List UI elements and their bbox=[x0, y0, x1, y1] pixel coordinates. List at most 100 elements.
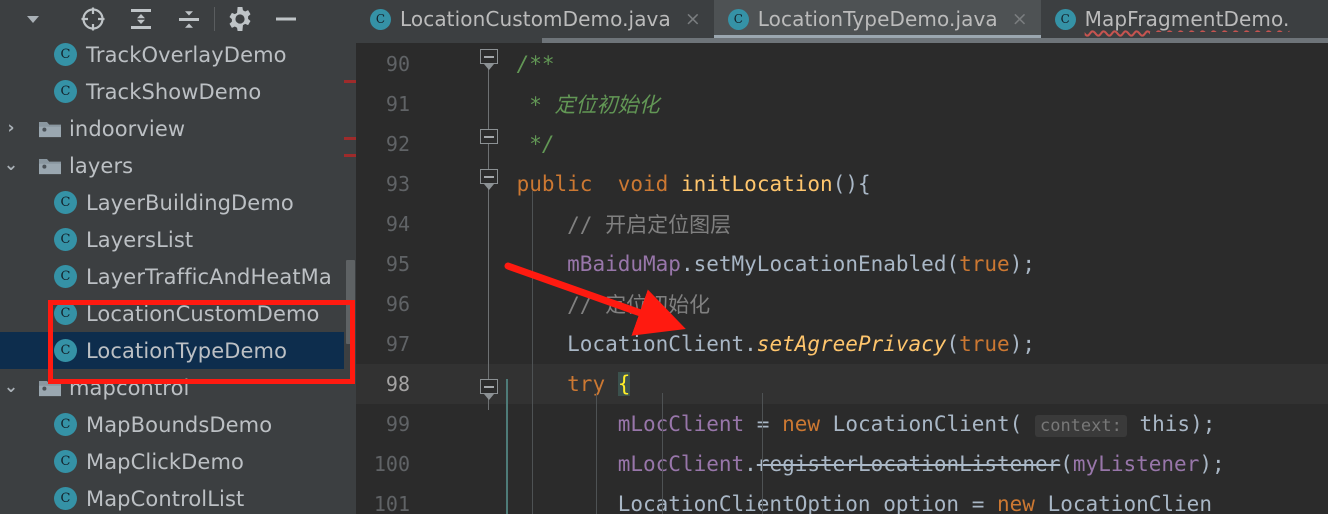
editor-tab-0[interactable]: C LocationCustomDemo.java × bbox=[356, 0, 714, 38]
tree-item-label: LocationCustomDemo bbox=[86, 301, 320, 326]
tree-item-folder[interactable]: › indoorview bbox=[0, 110, 356, 147]
code-text: // 定位初始化 bbox=[466, 293, 711, 317]
chevron-right-icon[interactable]: › bbox=[0, 120, 22, 137]
line-number: 94 bbox=[385, 212, 410, 236]
tree-item-class[interactable]: C LayersList bbox=[0, 221, 356, 258]
project-toolbar bbox=[0, 0, 356, 38]
folder-icon bbox=[38, 120, 62, 138]
tree-item-label: MapControlList bbox=[86, 486, 245, 511]
java-class-icon: C bbox=[727, 8, 749, 30]
tree-item-class[interactable]: C LayerTrafficAndHeatMa bbox=[0, 258, 356, 295]
tree-item-label: mapcontrol bbox=[69, 375, 190, 400]
error-stripe-mark[interactable] bbox=[344, 154, 356, 157]
editor-line[interactable]: 96 // 定位初始化 bbox=[356, 284, 1328, 324]
line-number: 98 bbox=[385, 372, 410, 396]
fold-gutter[interactable] bbox=[422, 84, 466, 124]
fold-gutter[interactable] bbox=[422, 204, 466, 244]
editor-line[interactable]: 91 * 定位初始化 bbox=[356, 84, 1328, 124]
editor-line[interactable]: 101 LocationClientOption option = new Lo… bbox=[356, 484, 1328, 514]
editor-line[interactable]: 93 public void initLocation(){ bbox=[356, 164, 1328, 204]
fold-gutter[interactable] bbox=[422, 284, 466, 324]
tree-item-label: LocationTypeDemo bbox=[86, 338, 288, 363]
fold-gutter[interactable] bbox=[422, 364, 466, 404]
java-class-icon: C bbox=[54, 43, 77, 66]
expand-all-icon[interactable] bbox=[122, 0, 160, 38]
editor-line[interactable]: 92 */ bbox=[356, 124, 1328, 164]
editor-line[interactable]: 98 try { bbox=[356, 364, 1328, 404]
line-number: 90 bbox=[385, 52, 410, 76]
fold-collapse-icon[interactable] bbox=[480, 379, 498, 394]
line-number: 92 bbox=[385, 132, 410, 156]
editor-line[interactable]: 90 /** bbox=[356, 44, 1328, 84]
code-text: LocationClient.setAgreePrivacy(true); bbox=[466, 332, 1035, 356]
tree-item-class[interactable]: C LocationCustomDemo bbox=[0, 295, 356, 332]
code-text: /** bbox=[466, 52, 555, 76]
line-number: 100 bbox=[373, 452, 410, 476]
code-editor[interactable]: 90 /** 91 * 定位初始化 92 */93 public void init… bbox=[356, 38, 1328, 514]
editor-line[interactable]: 95 mBaiduMap.setMyLocationEnabled(true); bbox=[356, 244, 1328, 284]
minimize-icon[interactable] bbox=[267, 0, 305, 38]
error-stripe-mark[interactable] bbox=[344, 137, 356, 140]
error-stripe-mark[interactable] bbox=[344, 80, 356, 83]
editor-horizontal-scrollbar[interactable] bbox=[542, 38, 1328, 43]
java-class-icon: C bbox=[54, 413, 77, 436]
editor-line[interactable]: 97 LocationClient.setAgreePrivacy(true); bbox=[356, 324, 1328, 364]
fold-gutter[interactable] bbox=[422, 164, 466, 204]
editor-tab-label: LocationCustomDemo.java bbox=[400, 7, 671, 31]
tree-item-class[interactable]: C TrackShowDemo bbox=[0, 73, 356, 110]
line-number: 97 bbox=[385, 332, 410, 356]
fold-gutter[interactable] bbox=[422, 404, 466, 444]
editor-line[interactable]: 100 mLocClient.registerLocationListener(… bbox=[356, 444, 1328, 484]
fold-gutter[interactable] bbox=[422, 484, 466, 514]
tree-item-label: LayerBuildingDemo bbox=[86, 190, 294, 215]
code-text: // 开启定位图层 bbox=[466, 213, 732, 237]
java-class-icon: C bbox=[1054, 8, 1076, 30]
tree-item-label: layers bbox=[69, 153, 134, 178]
chevron-down-icon[interactable]: ⌄ bbox=[0, 157, 22, 174]
line-number: 91 bbox=[385, 92, 410, 116]
fold-gutter[interactable] bbox=[422, 124, 466, 164]
fold-arrow-icon[interactable] bbox=[484, 64, 494, 70]
line-number: 96 bbox=[385, 292, 410, 316]
fold-arrow-icon[interactable] bbox=[484, 394, 494, 400]
close-icon[interactable]: × bbox=[685, 9, 701, 29]
locate-target-icon[interactable] bbox=[74, 0, 112, 38]
fold-gutter[interactable] bbox=[422, 44, 466, 84]
tree-item-class[interactable]: C LocationTypeDemo bbox=[0, 332, 356, 369]
fold-arrow-icon[interactable] bbox=[484, 184, 494, 190]
chevron-down-icon[interactable]: ⌄ bbox=[0, 379, 22, 396]
fold-gutter[interactable] bbox=[422, 324, 466, 364]
project-tree-panel[interactable]: C TrackOverlayDemo C TrackShowDemo › indoorvi… bbox=[0, 38, 356, 514]
chevron-down-icon[interactable] bbox=[14, 0, 52, 38]
tree-item-class[interactable]: C MapBoundsDemo bbox=[0, 406, 356, 443]
fold-collapse-icon[interactable] bbox=[480, 49, 498, 64]
tree-scrollbar-thumb[interactable] bbox=[346, 260, 355, 344]
fold-gutter[interactable] bbox=[422, 444, 466, 484]
editor-line[interactable]: 99 mLocClient = new LocationClient( cont… bbox=[356, 404, 1328, 444]
tree-item-label: TrackOverlayDemo bbox=[86, 42, 287, 67]
gear-icon[interactable] bbox=[221, 0, 259, 38]
tree-item-class[interactable]: C MapClickDemo bbox=[0, 443, 356, 480]
editor-tab-label: MapFragmentDemo. bbox=[1084, 7, 1290, 31]
collapse-all-icon[interactable] bbox=[170, 0, 208, 38]
fold-gutter[interactable] bbox=[422, 244, 466, 284]
toolbar-divider bbox=[214, 7, 215, 31]
tree-item-class[interactable]: C TrackOverlayDemo bbox=[0, 38, 356, 73]
tree-item-label: LayersList bbox=[86, 227, 194, 252]
editor-line[interactable]: 94 // 开启定位图层 bbox=[356, 204, 1328, 244]
fold-collapse-icon[interactable] bbox=[480, 129, 498, 144]
tree-item-class[interactable]: C MapControlList bbox=[0, 480, 356, 514]
tree-item-label: MapClickDemo bbox=[86, 449, 244, 474]
java-class-icon: C bbox=[54, 265, 77, 288]
editor-top-strip-left bbox=[356, 38, 542, 43]
editor-tab-1[interactable]: C LocationTypeDemo.java × bbox=[713, 0, 1041, 38]
indent-guide bbox=[532, 191, 533, 514]
tree-item-folder[interactable]: ⌄ layers bbox=[0, 147, 356, 184]
close-icon[interactable]: × bbox=[1012, 9, 1028, 29]
fold-collapse-icon[interactable] bbox=[480, 169, 498, 184]
code-text: mBaiduMap.setMyLocationEnabled(true); bbox=[567, 252, 1035, 276]
tree-item-class[interactable]: C LayerBuildingDemo bbox=[0, 184, 356, 221]
tree-item-folder[interactable]: ⌄ mapcontrol bbox=[0, 369, 356, 406]
indent-guide bbox=[662, 393, 663, 514]
java-class-icon: C bbox=[54, 487, 77, 510]
